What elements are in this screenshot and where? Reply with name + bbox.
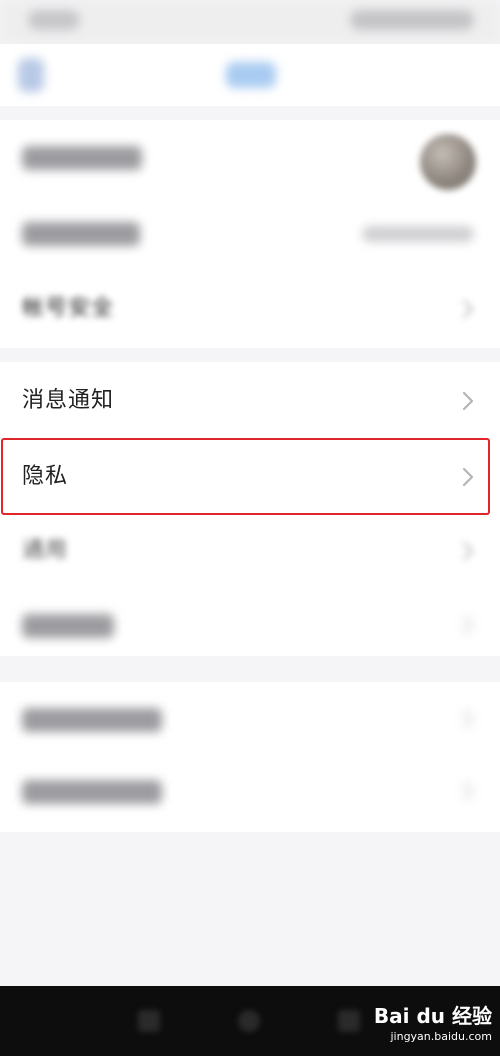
chevron-right-icon (456, 464, 480, 490)
privacy-label: 隐私 (22, 464, 69, 489)
page-title (226, 62, 276, 88)
extra-group (0, 682, 500, 832)
avatar-row[interactable] (0, 120, 500, 194)
baidu-jingyan-watermark: Bai du 经验 jingyan.baidu.com (372, 1000, 492, 1050)
status-time (28, 10, 80, 30)
chevron-right-icon (456, 706, 480, 732)
status-icons (350, 10, 474, 30)
id-row-value (362, 226, 474, 242)
watermark-url: jingyan.baidu.com (390, 1030, 492, 1043)
general-label: 通用 (22, 538, 69, 563)
back-icon[interactable] (338, 1010, 360, 1032)
help-row[interactable] (0, 588, 500, 662)
back-arrow-icon[interactable] (18, 58, 44, 92)
help-row-label (22, 614, 114, 638)
chevron-right-icon (456, 538, 480, 564)
home-icon[interactable] (238, 1010, 260, 1032)
notifications-label: 消息通知 (22, 388, 115, 413)
menu-icon[interactable] (138, 1010, 160, 1032)
avatar-row-label (22, 146, 142, 170)
account-security-label: 帐号安全 (22, 296, 115, 321)
notifications-row[interactable]: 消息通知 (0, 364, 500, 438)
chevron-right-icon (456, 612, 480, 638)
id-row[interactable] (0, 196, 500, 270)
extra-row-2[interactable] (0, 766, 500, 840)
profile-group: 帐号安全 (0, 120, 500, 348)
status-bar (0, 0, 500, 44)
general-row[interactable]: 通用 (0, 514, 500, 588)
extra-row-2-label (22, 780, 162, 804)
privacy-row[interactable]: 隐私 (0, 440, 500, 514)
extra-row-1[interactable] (0, 682, 500, 756)
id-row-label (22, 222, 140, 246)
chevron-right-icon (456, 778, 480, 804)
extra-row-1-label (22, 708, 162, 732)
account-security-row[interactable]: 帐号安全 (0, 272, 500, 346)
chevron-right-icon (456, 388, 480, 414)
nav-bar (0, 44, 500, 106)
settings-group: 消息通知 隐私 通用 (0, 362, 500, 656)
chevron-right-icon (456, 296, 480, 322)
avatar[interactable] (420, 134, 476, 190)
watermark-logo: Bai du 经验 (373, 1004, 492, 1028)
